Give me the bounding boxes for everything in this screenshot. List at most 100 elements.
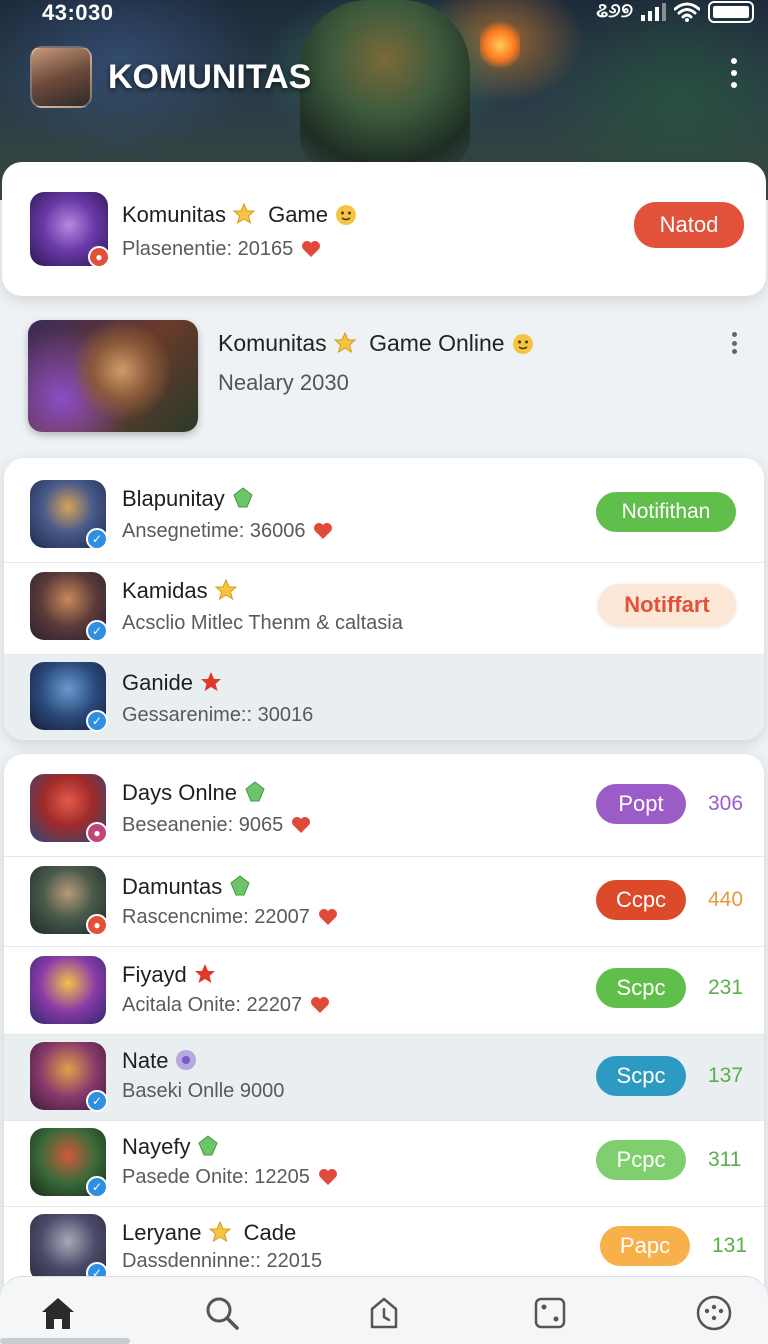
community-thumbnail: ✓ (30, 1042, 108, 1112)
featured-thumbnail[interactable] (28, 320, 198, 432)
verified-icon: ✓ (86, 620, 108, 642)
divider (4, 946, 764, 947)
member-count: 137 (708, 1064, 744, 1087)
community-list-b: ● Days Onlne Beseanenie: 9065 Popt 306 ●… (4, 754, 764, 1314)
red-star-icon (200, 672, 221, 691)
heart-icon (292, 817, 311, 833)
item-title: Nate (122, 1048, 198, 1074)
heart-icon (302, 241, 321, 257)
badge-icon: ● (86, 822, 108, 844)
top-card-title: Komunitas Game (122, 202, 358, 228)
item-subtitle: Gessarenime:: 30016 (122, 704, 314, 726)
community-thumbnail: ✓ (30, 1128, 108, 1198)
item-title: Leryane Cade (122, 1220, 297, 1245)
signal-icon (641, 2, 666, 21)
action-button[interactable]: Papc (600, 1226, 690, 1266)
item-title: Days Onlne (122, 780, 267, 806)
item-subtitle: Dassdenninne:: 22015 (122, 1250, 323, 1272)
heart-icon (311, 997, 330, 1013)
community-thumbnail: ✓ (30, 480, 108, 550)
item-subtitle: Acsclio Mitlec Thenm & caltasia (122, 612, 403, 634)
notification-button[interactable]: Notiffart (598, 584, 736, 626)
item-subtitle: Rascencnime: 22007 (122, 906, 338, 929)
community-thumbnail: ● (30, 866, 108, 936)
member-count: 131 (712, 1234, 748, 1257)
item-subtitle: Ansegnetime: 36006 (122, 520, 333, 543)
natod-button[interactable]: Natod (634, 202, 744, 248)
divider (4, 1120, 764, 1121)
action-button[interactable]: Scpc (596, 968, 686, 1008)
action-button[interactable]: Pcpc (596, 1140, 686, 1180)
heart-icon (318, 909, 337, 925)
featured-subtitle: Nealary 2030 (218, 370, 349, 395)
red-star-icon (194, 964, 215, 983)
network-label: ଌ୬୭ (596, 0, 633, 22)
more-circle-icon[interactable] (694, 1293, 734, 1333)
community-list-a: ✓ Blapunitay Ansegnetime: 36006 Notifith… (4, 458, 764, 740)
green-gem-icon (233, 487, 253, 508)
purple-circle-icon (176, 1050, 197, 1070)
page-title: KOMUNITAS (108, 58, 312, 96)
divider (4, 562, 764, 563)
verified-icon: ✓ (86, 710, 108, 732)
verified-icon: ✓ (86, 528, 108, 550)
divider (4, 654, 764, 655)
star-emoji-icon (333, 331, 356, 354)
status-bar: 43:030 ଌ୬୭ (0, 0, 768, 26)
more-vertical-icon[interactable] (726, 58, 742, 88)
verified-icon: ✓ (86, 1176, 108, 1198)
item-title: Ganide (122, 670, 223, 696)
search-icon[interactable] (202, 1293, 242, 1333)
verified-icon: ✓ (86, 1090, 108, 1112)
community-thumbnail (30, 956, 106, 1024)
star-emoji-icon (214, 578, 237, 601)
action-button[interactable]: Popt (596, 784, 686, 824)
item-subtitle: Beseanenie: 9065 (122, 814, 311, 837)
home-icon[interactable] (38, 1293, 78, 1333)
bottom-navigation (0, 1276, 768, 1344)
item-title: Nayefy (122, 1134, 220, 1160)
member-count: 306 (708, 792, 744, 815)
divider (4, 1034, 764, 1035)
wifi-icon (674, 2, 700, 22)
torch-glow (480, 20, 520, 70)
action-button[interactable]: Ccpc (596, 880, 686, 920)
community-thumbnail: ✓ (30, 572, 108, 642)
heart-icon (318, 1169, 337, 1185)
community-thumbnail: ✓ (30, 662, 108, 732)
member-count: 440 (708, 888, 744, 911)
green-gem-icon (198, 1135, 219, 1156)
battery-icon (708, 0, 754, 23)
badge-icon: ● (88, 246, 110, 268)
item-title: Blapunitay (122, 486, 255, 512)
community-avatar[interactable] (30, 46, 92, 108)
smiley-emoji-icon (336, 205, 356, 225)
item-subtitle: Acitala Onite: 22207 (122, 994, 330, 1017)
row-highlight (4, 654, 764, 740)
heart-icon (314, 523, 333, 539)
item-title: Kamidas (122, 578, 238, 604)
notification-button[interactable]: Notifithan (596, 492, 736, 532)
item-title: Fiyayd (122, 962, 217, 988)
item-subtitle: Pasede Onite: 12205 (122, 1166, 338, 1189)
dice-icon[interactable] (530, 1293, 570, 1333)
divider (4, 1206, 764, 1207)
community-thumbnail: ● (30, 192, 110, 268)
star-emoji-icon (232, 202, 256, 225)
green-gem-icon (230, 875, 250, 896)
more-vertical-icon[interactable] (728, 332, 740, 354)
top-community-card[interactable]: ● Komunitas Game Plasenentie: 20165 Nato… (2, 162, 766, 296)
member-count: 231 (708, 976, 744, 999)
item-subtitle: Baseki Onlle 9000 (122, 1080, 285, 1102)
smiley-emoji-icon (512, 334, 533, 354)
action-button[interactable]: Scpc (596, 1056, 686, 1096)
star-emoji-icon (208, 1220, 231, 1243)
item-title: Damuntas (122, 874, 252, 900)
status-icons: ଌ୬୭ (596, 0, 754, 23)
community-thumbnail: ✓ (30, 1214, 108, 1284)
featured-title[interactable]: Komunitas Game Online (218, 330, 535, 357)
status-time: 43:030 (42, 0, 114, 25)
clock-icon[interactable] (364, 1293, 404, 1333)
badge-icon: ● (86, 914, 108, 936)
community-thumbnail: ● (30, 774, 108, 844)
